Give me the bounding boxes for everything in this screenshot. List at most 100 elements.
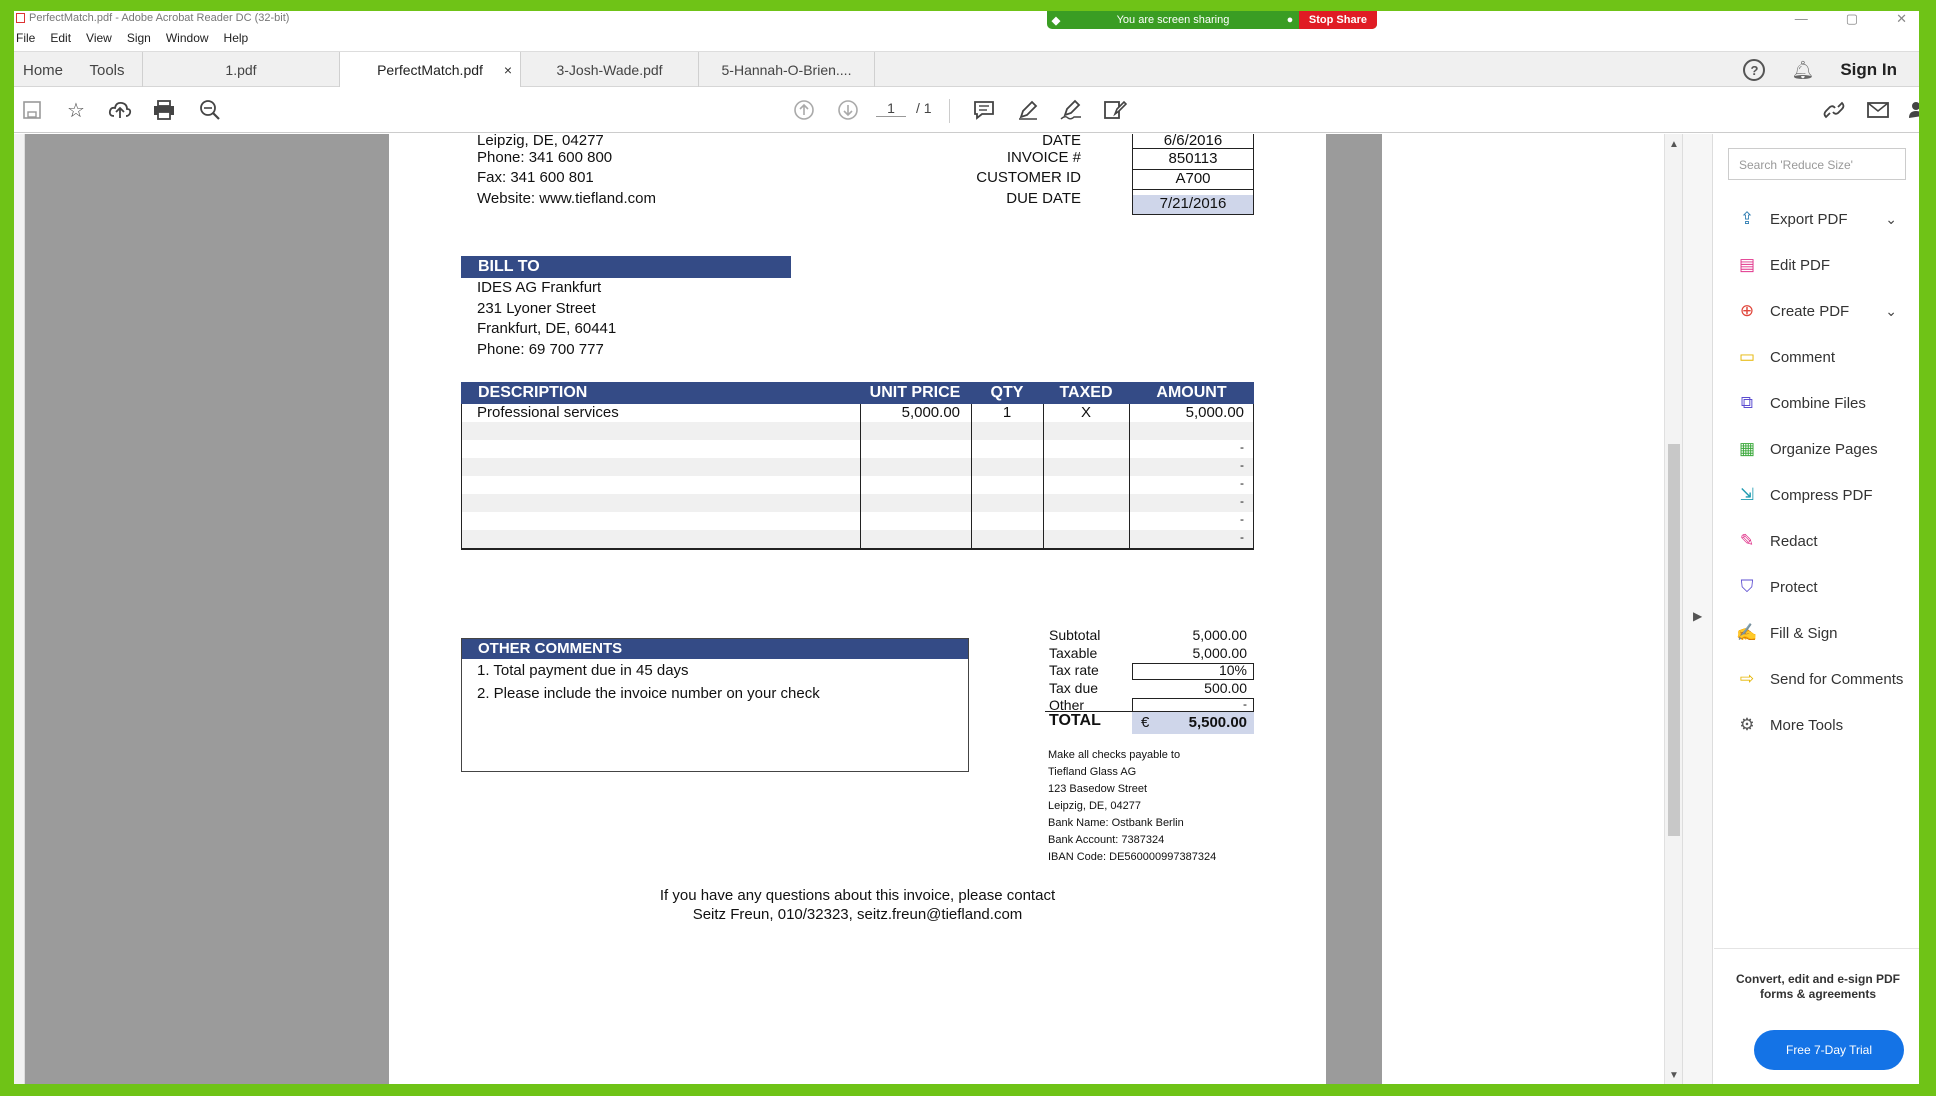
shield-icon: ● <box>1286 14 1294 26</box>
totals-value: 500.00 <box>1204 679 1247 696</box>
comment-line: 2. Please include the invoice number on … <box>477 685 820 702</box>
chevron-down-icon[interactable]: ⌄ <box>1885 211 1897 228</box>
right-pane-toggle[interactable]: ▶ <box>1682 134 1713 1084</box>
page-number-input[interactable]: 1 <box>876 100 906 117</box>
comment-line: 1. Total payment due in 45 days <box>477 662 689 679</box>
tools-list: ⇪ Export PDF ⌄ ▤ Edit PDF ⊕ Create PDF ⌄ ▭ Commen… <box>1714 196 1919 748</box>
meta-label-customer: CUSTOMER ID <box>976 169 1081 186</box>
next-page-icon[interactable] <box>834 96 862 124</box>
bookmark-star-icon[interactable]: ☆ <box>62 96 90 124</box>
table-cell: - <box>1240 440 1244 454</box>
minimize-button[interactable]: — <box>1795 11 1808 27</box>
share-pin-icon[interactable]: ◆ <box>1047 14 1065 27</box>
comment-icon: ▭ <box>1738 347 1756 366</box>
edit-annotate-icon[interactable] <box>1101 96 1129 124</box>
upload-cloud-icon[interactable] <box>106 96 134 124</box>
page-total: / 1 <box>916 100 932 116</box>
meta-value-customer: A700 <box>1175 170 1211 187</box>
menu-file[interactable]: File <box>16 31 35 51</box>
tool-item-send-comments[interactable]: ⇨ Send for Comments <box>1714 656 1919 702</box>
bell-icon[interactable]: 🔔︎ <box>1791 60 1814 81</box>
tools-search-input[interactable]: Search 'Reduce Size' <box>1728 148 1906 180</box>
vertical-scrollbar[interactable]: ▲ ▼ <box>1664 134 1682 1084</box>
tool-item-label: Comment <box>1770 348 1836 366</box>
col-amount: AMOUNT <box>1156 384 1227 401</box>
maximize-button[interactable]: ▢ <box>1846 11 1858 27</box>
tab-home[interactable]: Home <box>14 52 72 88</box>
payable-line: Tiefland Glass AG <box>1048 766 1137 778</box>
zoom-search-icon[interactable] <box>196 96 224 124</box>
tool-item-redact[interactable]: ✎ Redact <box>1714 518 1919 564</box>
menu-bar: File Edit View Sign Window Help <box>14 31 248 51</box>
tool-item-fill-sign[interactable]: ✍ Fill & Sign <box>1714 610 1919 656</box>
scroll-thumb[interactable] <box>1668 444 1680 836</box>
scroll-down-arrow[interactable]: ▼ <box>1669 1070 1679 1081</box>
tool-item-more-tools[interactable]: ⚙ More Tools <box>1714 702 1919 748</box>
tab-doc-label: PerfectMatch.pdf <box>377 62 483 78</box>
help-icon[interactable]: ? <box>1743 59 1766 81</box>
left-nav-collapsed[interactable] <box>14 134 25 1084</box>
totals-label: Tax rate <box>1049 662 1099 678</box>
totals-label: Tax due <box>1049 679 1099 696</box>
meta-value-invoice: 850113 <box>1168 150 1218 167</box>
sign-in-button[interactable]: Sign In <box>1840 60 1897 80</box>
email-icon[interactable] <box>1864 96 1892 124</box>
seller-city: Leipzig, DE, 04277 <box>477 134 604 149</box>
totals-value: 10% <box>1218 662 1247 678</box>
sign-pen-icon[interactable] <box>1057 96 1085 124</box>
add-user-icon[interactable] <box>1904 96 1919 124</box>
print-icon[interactable] <box>150 96 178 124</box>
table-cell: - <box>1240 476 1244 490</box>
free-trial-button[interactable]: Free 7-Day Trial <box>1754 1030 1904 1070</box>
col-qty: QTY <box>990 384 1024 401</box>
tab-tools[interactable]: Tools <box>72 52 142 88</box>
menu-edit[interactable]: Edit <box>50 31 71 51</box>
column-divider <box>860 404 861 548</box>
bill-to-line: 231 Lyoner Street <box>477 300 596 317</box>
tools-pane: Search 'Reduce Size' ⇪ Export PDF ⌄ ▤ Edit P… <box>1714 134 1919 1084</box>
close-tab-icon[interactable]: × <box>504 62 512 78</box>
edit-pdf-icon: ▤ <box>1738 255 1756 274</box>
tool-item-compress-pdf[interactable]: ⇲ Compress PDF <box>1714 472 1919 518</box>
previous-page-icon[interactable] <box>790 96 818 124</box>
comment-icon[interactable] <box>970 96 998 124</box>
page-indicator: 1 / 1 <box>876 100 932 117</box>
toolbar: ☆ 1 / 1 <box>14 87 1919 133</box>
scroll-up-arrow[interactable]: ▲ <box>1669 139 1679 150</box>
payable-line: 123 Basedow Street <box>1048 783 1148 795</box>
share-link-icon[interactable] <box>1820 96 1848 124</box>
seller-website: Website: www.tiefland.com <box>477 190 656 207</box>
meta-divider <box>1132 189 1254 190</box>
tool-item-organize-pages[interactable]: ▦ Organize Pages <box>1714 426 1919 472</box>
menu-view[interactable]: View <box>86 31 112 51</box>
collapse-arrow-icon[interactable]: ▶ <box>1693 609 1702 623</box>
tool-item-label: Edit PDF <box>1770 256 1831 274</box>
table-cell: X <box>1080 404 1091 421</box>
tool-item-comment[interactable]: ▭ Comment <box>1714 334 1919 380</box>
tab-doc-josh-wade[interactable]: 3-Josh-Wade.pdf <box>521 52 699 88</box>
menu-sign[interactable]: Sign <box>127 31 151 51</box>
highlight-pen-icon[interactable] <box>1014 96 1042 124</box>
tool-item-edit-pdf[interactable]: ▤ Edit PDF <box>1714 242 1919 288</box>
tool-item-protect[interactable]: ⛉ Protect <box>1714 564 1919 610</box>
menu-window[interactable]: Window <box>166 31 209 51</box>
menu-help[interactable]: Help <box>224 31 249 51</box>
tab-doc-hannah[interactable]: 5-Hannah-O-Brien.... <box>699 52 875 88</box>
tool-item-label: Export PDF <box>1770 210 1848 228</box>
tab-doc-1[interactable]: 1.pdf <box>142 52 340 88</box>
comments-box <box>461 638 969 772</box>
totals-value: 5,000.00 <box>1192 644 1248 661</box>
organize-pages-icon: ▦ <box>1738 439 1756 458</box>
save-icon[interactable] <box>18 96 46 124</box>
tool-item-combine-files[interactable]: ⧉ Combine Files <box>1714 380 1919 426</box>
close-window-button[interactable]: ✕ <box>1896 11 1907 27</box>
tool-item-label: Combine Files <box>1770 394 1866 412</box>
tool-item-create-pdf[interactable]: ⊕ Create PDF ⌄ <box>1714 288 1919 334</box>
tool-item-export-pdf[interactable]: ⇪ Export PDF ⌄ <box>1714 196 1919 242</box>
table-border <box>1253 404 1254 548</box>
stop-share-button[interactable]: Stop Share <box>1298 11 1377 29</box>
chevron-down-icon[interactable]: ⌄ <box>1885 303 1897 320</box>
tab-doc-perfectmatch[interactable]: PerfectMatch.pdf × <box>340 52 521 88</box>
export-pdf-icon: ⇪ <box>1739 209 1755 228</box>
tab-doc-label: 1.pdf <box>225 62 257 78</box>
